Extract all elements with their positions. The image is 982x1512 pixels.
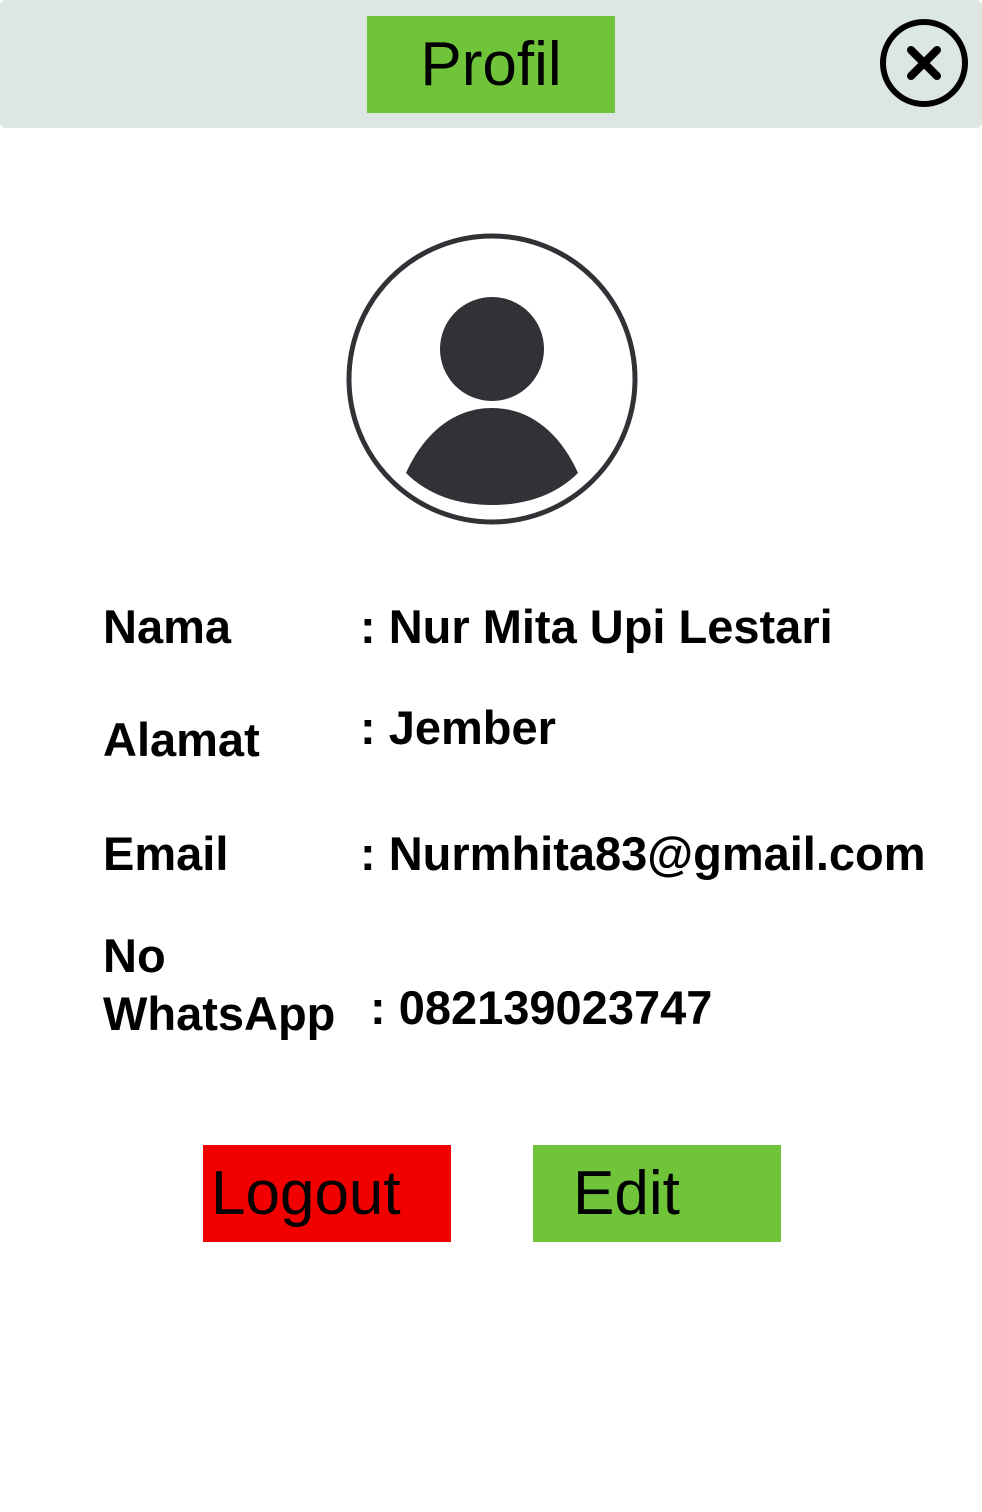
alamat-value: : Jember bbox=[360, 701, 556, 754]
email-label: Email bbox=[103, 827, 229, 880]
whatsapp-label: No WhatsApp bbox=[103, 927, 335, 1043]
alamat-label: Alamat bbox=[103, 713, 260, 766]
whatsapp-value: : 082139023747 bbox=[370, 981, 713, 1034]
whatsapp-label-line2: WhatsApp bbox=[103, 987, 336, 1040]
nama-label: Nama bbox=[103, 600, 232, 653]
whatsapp-label-line1: No bbox=[103, 929, 166, 982]
page-title: Profil bbox=[367, 16, 615, 113]
top-bar: Profil bbox=[0, 0, 982, 128]
email-value: : Nurmhita83@gmail.com bbox=[360, 827, 926, 880]
nama-value: : Nur Mita Upi Lestari bbox=[360, 600, 833, 653]
edit-button-label: Edit bbox=[573, 1158, 680, 1228]
user-avatar-icon bbox=[346, 233, 638, 525]
logout-button[interactable]: Logout bbox=[203, 1145, 451, 1242]
close-icon[interactable] bbox=[879, 18, 969, 108]
edit-button[interactable]: Edit bbox=[533, 1145, 781, 1242]
logout-button-label: Logout bbox=[211, 1158, 401, 1228]
